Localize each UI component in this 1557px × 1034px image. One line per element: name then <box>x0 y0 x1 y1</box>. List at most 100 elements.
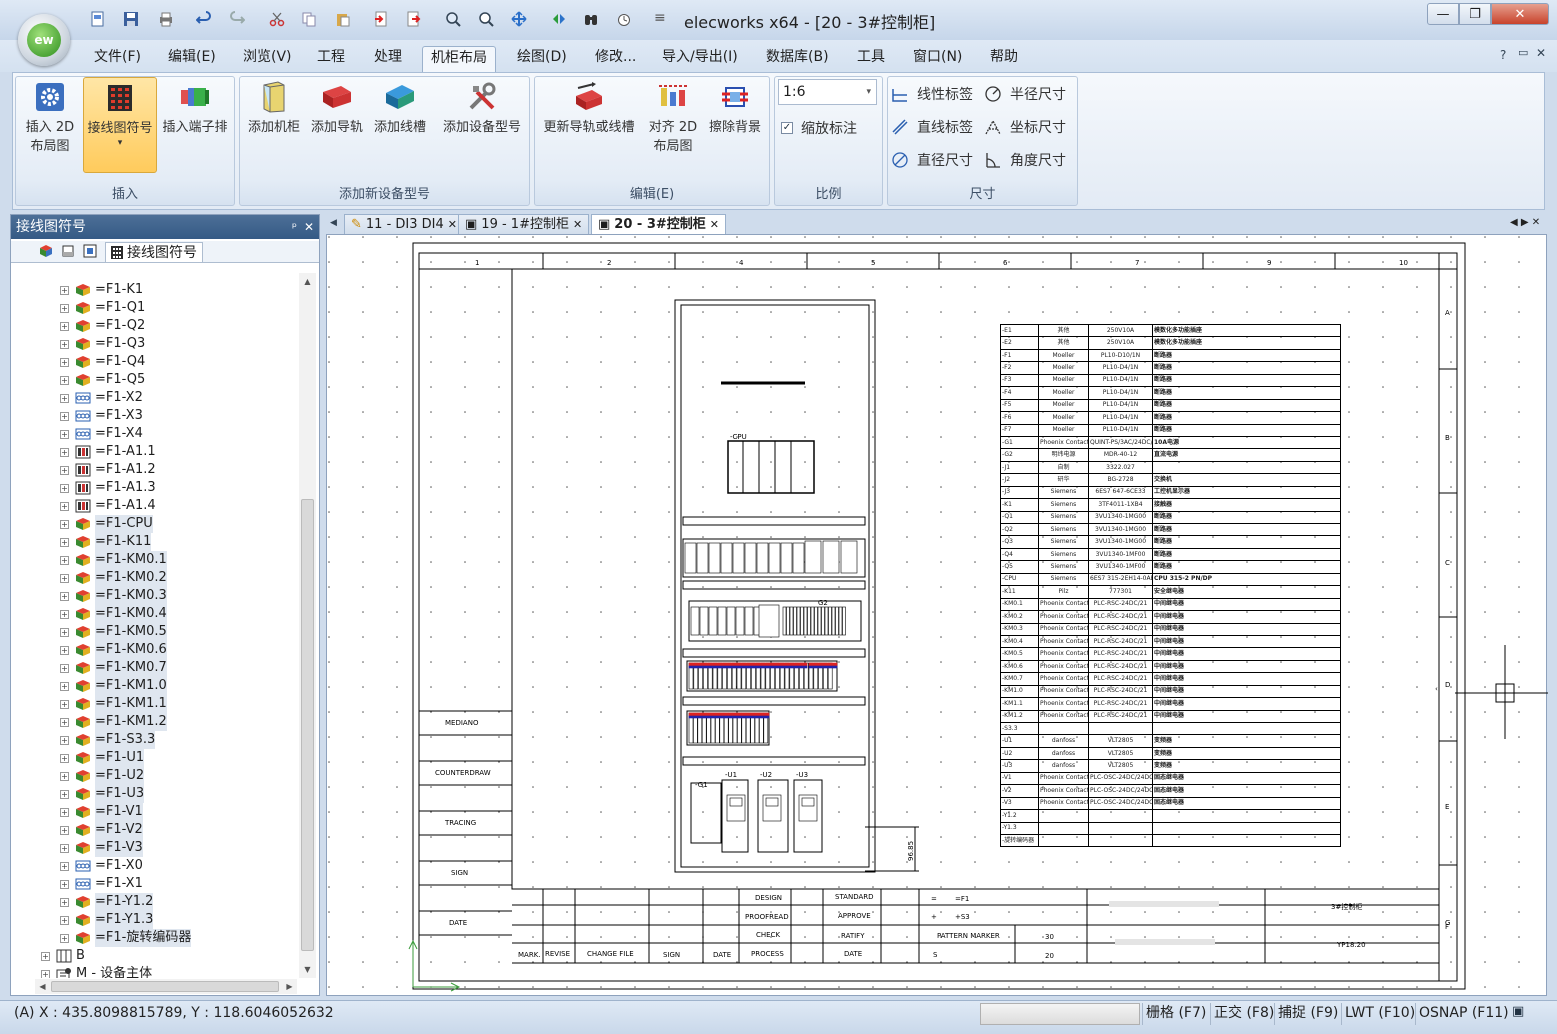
grid-toggle[interactable]: 栅格 (F7) <box>1142 1003 1209 1025</box>
tray-icon[interactable]: ▣ <box>1512 1004 1524 1019</box>
tree-item[interactable]: + =F1-Y1.3 <box>60 911 154 929</box>
tree-item[interactable]: + M - 设备主体 <box>41 965 152 978</box>
expand-icon[interactable]: + <box>60 537 69 547</box>
expand-icon[interactable]: + <box>60 483 69 493</box>
expand-icon[interactable]: + <box>60 357 69 367</box>
expand-icon[interactable]: + <box>60 375 69 385</box>
expand-icon[interactable]: + <box>60 321 69 331</box>
expand-icon[interactable]: + <box>60 717 69 727</box>
save-icon[interactable] <box>120 8 142 30</box>
tree-item[interactable]: + =F1-KM1.0 <box>60 677 167 695</box>
tree-item[interactable]: + =F1-X0 <box>60 857 143 875</box>
expand-icon[interactable]: + <box>60 699 69 709</box>
tree-item[interactable]: + =F1-X1 <box>60 875 143 893</box>
doc-tab-20[interactable]: ▣ 20 - 3#控制柜 ✕ <box>591 214 726 234</box>
cut-icon[interactable] <box>266 8 288 30</box>
expand-icon[interactable]: + <box>60 501 69 511</box>
tree-item[interactable]: + =F1-旋转编码器 <box>60 929 192 947</box>
expand-icon[interactable]: + <box>60 519 69 529</box>
expand-icon[interactable]: + <box>60 771 69 781</box>
add-cabinet-button[interactable]: 添加机柜 <box>243 80 305 137</box>
tree-item[interactable]: + =F1-U1 <box>60 749 145 767</box>
tree-horizontal-scrollbar[interactable]: ◀ ▶ <box>35 979 297 994</box>
expand-icon[interactable]: + <box>60 915 69 925</box>
diameter-dim-button[interactable]: 直径尺寸 <box>891 150 973 170</box>
pin-icon[interactable]: ᵖ <box>292 215 297 239</box>
expand-icon[interactable]: + <box>60 393 69 403</box>
scale-select[interactable]: 1:6 ▾ <box>778 79 877 105</box>
menu-import-export[interactable]: 导入/导出(I) <box>654 46 746 70</box>
scroll-up-icon[interactable]: ▲ <box>299 273 316 290</box>
scroll-down-icon[interactable]: ▼ <box>299 961 316 978</box>
tree-item[interactable]: + =F1-Y1.2 <box>60 893 154 911</box>
lwt-toggle[interactable]: LWT (F10) <box>1341 1003 1418 1025</box>
doc-tab-19-close-icon[interactable]: ✕ <box>573 216 582 234</box>
menu-view[interactable]: 浏览(V) <box>235 46 300 70</box>
insert-terminal-strip-button[interactable]: 插入端子排 <box>158 80 232 137</box>
zoom-icon[interactable] <box>475 8 497 30</box>
scroll-thumb[interactable] <box>301 499 314 951</box>
menu-tools[interactable]: 工具 <box>849 46 893 70</box>
scale-annotation-checkbox[interactable]: ✓ <box>781 122 793 134</box>
add-device-model-button[interactable]: 添加设备型号 <box>436 80 528 137</box>
paste-icon[interactable] <box>332 8 354 30</box>
tree-item[interactable]: + =F1-KM0.6 <box>60 641 167 659</box>
expand-icon[interactable]: + <box>60 285 69 295</box>
expand-icon[interactable]: + <box>60 933 69 943</box>
tab-nav-icons[interactable]: ◀ ▶ ✕ <box>1510 217 1540 228</box>
tree-item[interactable]: + =F1-V1 <box>60 803 143 821</box>
snap-toggle[interactable]: 捕捉 (F9) <box>1274 1003 1341 1025</box>
tree-item[interactable]: + =F1-X3 <box>60 407 143 425</box>
tree-item[interactable]: + =F1-Q2 <box>60 317 145 335</box>
regen-icon[interactable] <box>548 8 570 30</box>
menu-modify[interactable]: 修改... <box>587 46 644 70</box>
aligned-label-button[interactable]: 直线标签 <box>891 117 973 137</box>
tab-wiring-symbol[interactable]: 接线图符号 <box>105 242 203 262</box>
tree-item[interactable]: + =F1-KM0.2 <box>60 569 167 587</box>
expand-icon[interactable]: + <box>60 411 69 421</box>
menu-help[interactable]: 帮助 <box>982 46 1026 70</box>
tree-item[interactable]: + =F1-KM0.3 <box>60 587 167 605</box>
add-duct-button[interactable]: 添加线槽 <box>369 80 431 137</box>
expand-icon[interactable]: + <box>60 465 69 475</box>
expand-icon[interactable]: + <box>60 807 69 817</box>
tree-item[interactable]: + =F1-K11 <box>60 533 152 551</box>
tree-item[interactable]: + =F1-KM0.5 <box>60 623 167 641</box>
ortho-toggle[interactable]: 正交 (F8) <box>1210 1003 1277 1025</box>
tree-item[interactable]: + =F1-A1.1 <box>60 443 156 461</box>
find-icon[interactable] <box>580 8 602 30</box>
menu-file[interactable]: 文件(F) <box>86 46 149 70</box>
restore-button[interactable]: ❐ <box>1459 3 1491 25</box>
menu-process[interactable]: 处理 <box>366 46 410 70</box>
zoom-window-icon[interactable] <box>442 8 464 30</box>
mdi-close-icon[interactable]: ✕ <box>1536 46 1546 60</box>
doc-tab-20-close-icon[interactable]: ✕ <box>710 216 719 234</box>
tab-component-icon[interactable] <box>39 244 53 262</box>
tab-layout-icon[interactable] <box>83 244 97 262</box>
panel-close-icon[interactable]: ✕ <box>304 215 314 239</box>
expand-icon[interactable]: + <box>60 429 69 439</box>
linear-label-button[interactable]: 线性标签 <box>891 84 973 104</box>
tree-item[interactable]: + =F1-U2 <box>60 767 145 785</box>
expand-icon[interactable]: + <box>60 897 69 907</box>
export-icon[interactable] <box>402 8 424 30</box>
expand-icon[interactable]: + <box>60 609 69 619</box>
doc-tab-11-close-icon[interactable]: ✕ <box>448 216 457 234</box>
timer-icon[interactable] <box>613 8 635 30</box>
app-logo-button[interactable]: ew <box>18 14 70 66</box>
expand-icon[interactable]: + <box>60 627 69 637</box>
tree-item[interactable]: + =F1-CPU <box>60 515 153 533</box>
scale-annotation-checkbox-row[interactable]: ✓ 缩放标注 <box>781 118 857 138</box>
expand-icon[interactable]: + <box>60 447 69 457</box>
wiring-symbol-button[interactable]: 接线图符号 ▾ <box>83 77 157 173</box>
doc-tab-11[interactable]: ✎ 11 - DI3 DI4 ✕ <box>344 214 464 234</box>
tree-item[interactable]: + =F1-X4 <box>60 425 143 443</box>
expand-icon[interactable]: + <box>60 879 69 889</box>
expand-icon[interactable]: + <box>60 645 69 655</box>
expand-icon[interactable]: + <box>60 843 69 853</box>
copy-icon[interactable] <box>298 8 320 30</box>
expand-icon[interactable]: + <box>60 753 69 763</box>
expand-icon[interactable]: + <box>60 861 69 871</box>
redo-icon[interactable] <box>226 8 248 30</box>
hscroll-thumb[interactable] <box>51 981 279 992</box>
